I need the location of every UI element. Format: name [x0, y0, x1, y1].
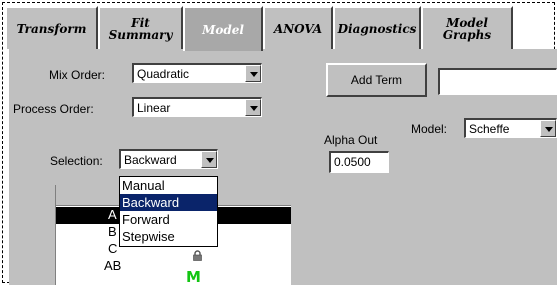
- alpha-out-label: Alpha Out: [324, 133, 378, 147]
- chevron-down-icon: [545, 127, 553, 132]
- model-dropdown-button[interactable]: [540, 120, 556, 137]
- selection-dropdown-button[interactable]: [201, 151, 217, 168]
- model-term-icon: M: [186, 268, 201, 286]
- process-order-dropdown-button[interactable]: [245, 99, 261, 116]
- tab-model[interactable]: Model: [183, 6, 263, 51]
- mix-order-dropdown-button[interactable]: [245, 65, 261, 82]
- model-combo[interactable]: Scheffe: [464, 118, 557, 138]
- selection-option-manual[interactable]: Manual: [120, 177, 217, 194]
- process-order-label: Process Order:: [13, 102, 94, 116]
- alpha-out-value: 0.0500: [334, 155, 371, 169]
- alpha-out-input[interactable]: 0.0500: [329, 151, 389, 173]
- model-label: Model:: [411, 122, 448, 136]
- mix-order-label: Mix Order:: [49, 68, 106, 82]
- selection-value: Backward: [124, 153, 177, 167]
- chevron-down-icon: [250, 106, 258, 111]
- tab-bar: Transform Fit Summary Model ANOVA Diagno…: [5, 6, 557, 51]
- process-order-value: Linear: [137, 101, 171, 115]
- selection-option-stepwise[interactable]: Stepwise: [120, 228, 217, 245]
- selection-label: Selection:: [50, 154, 103, 168]
- mix-order-combo[interactable]: Quadratic: [132, 63, 262, 83]
- term-row[interactable]: AB: [56, 258, 291, 275]
- selection-option-backward[interactable]: Backward: [120, 194, 217, 211]
- chevron-down-icon: [250, 72, 258, 77]
- tab-fit-summary[interactable]: Fit Summary: [98, 6, 183, 49]
- tab-anova[interactable]: ANOVA: [263, 6, 333, 49]
- process-order-combo[interactable]: Linear: [132, 97, 262, 117]
- tab-diagnostics[interactable]: Diagnostics: [333, 6, 421, 49]
- tab-model-graphs[interactable]: Model Graphs: [421, 6, 513, 49]
- lock-icon: [193, 250, 202, 261]
- chevron-down-icon: [206, 158, 214, 163]
- selection-combo[interactable]: Backward: [119, 149, 218, 169]
- add-term-input[interactable]: [438, 68, 557, 95]
- model-value: Scheffe: [469, 122, 510, 136]
- selection-option-forward[interactable]: Forward: [120, 211, 217, 228]
- tab-transform[interactable]: Transform: [5, 6, 98, 49]
- mix-order-value: Quadratic: [137, 67, 190, 81]
- selection-dropdown-list[interactable]: Manual Backward Forward Stepwise: [119, 176, 218, 247]
- add-term-button[interactable]: Add Term: [326, 63, 427, 97]
